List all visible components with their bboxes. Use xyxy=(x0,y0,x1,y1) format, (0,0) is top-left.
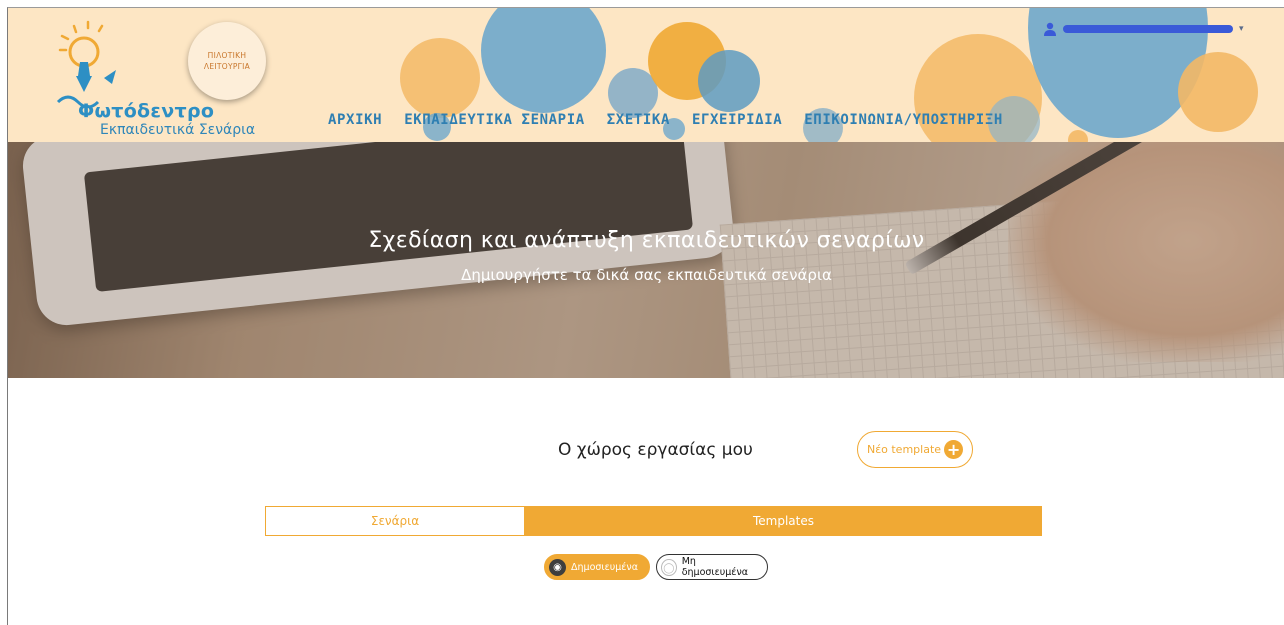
logo-title: Φωτόδεντρο xyxy=(78,100,215,122)
plus-icon: + xyxy=(944,440,964,459)
chevron-down-icon: ▾ xyxy=(1239,24,1244,34)
filter-unpublished-label: Μη δημοσιευμένα xyxy=(681,556,749,578)
user-menu[interactable]: ▾ xyxy=(1043,22,1244,36)
lightbulb-pen-icon xyxy=(56,20,116,108)
user-name-redacted xyxy=(1063,25,1233,33)
main-nav: ΑΡΧΙΚΗ ΕΚΠΑΙΔΕΥΤΙΚΑ ΣΕΝΑΡΙΑ ΣΧΕΤΙΚΑ ΕΓΧΕ… xyxy=(328,112,1025,128)
hero-subtitle: Δημιουργήστε τα δικά σας εκπαιδευτικά σε… xyxy=(461,266,832,284)
nav-item-home[interactable]: ΑΡΧΙΚΗ xyxy=(328,112,382,128)
tab-scenarios[interactable]: Σενάρια xyxy=(265,506,525,536)
decor-bubble xyxy=(400,38,480,118)
publish-filters: ◉ Δημοσιευμένα ◯ Μη δημοσιευμένα xyxy=(544,554,774,580)
filter-unpublished[interactable]: ◯ Μη δημοσιευμένα xyxy=(656,554,768,580)
hero-overlay xyxy=(8,142,1284,378)
new-template-label: Νέο template xyxy=(866,443,942,456)
nav-item-contact[interactable]: ΕΠΙΚΟΙΝΩΝΙΑ/ΥΠΟΣΤΗΡΙΞΗ xyxy=(804,112,1003,128)
nav-item-manuals[interactable]: ΕΓΧΕΙΡΙΔΙΑ xyxy=(692,112,782,128)
new-template-button[interactable]: Νέο template + xyxy=(857,431,973,468)
site-logo[interactable]: Φωτόδεντρο Εκπαιδευτικά Σενάρια xyxy=(54,18,304,138)
filter-published-label: Δημοσιευμένα xyxy=(571,561,638,573)
browser-frame: Φωτόδεντρο Εκπαιδευτικά Σενάρια ΠΙΛΟΤΙΚΗ… xyxy=(7,7,1284,625)
tab-templates[interactable]: Templates xyxy=(525,506,1042,536)
filter-published[interactable]: ◉ Δημοσιευμένα xyxy=(544,554,650,580)
user-icon xyxy=(1044,22,1056,36)
hero-title: Σχεδίαση και ανάπτυξη εκπαιδευτικών σενα… xyxy=(368,228,925,253)
logo-subtitle: Εκπαιδευτικά Σενάρια xyxy=(100,122,256,138)
decor-bubble xyxy=(481,8,606,113)
site-header: Φωτόδεντρο Εκπαιδευτικά Σενάρια ΠΙΛΟΤΙΚΗ… xyxy=(8,8,1284,143)
badge-line1: ΠΙΛΟΤΙΚΗ xyxy=(207,51,247,60)
globe-icon: ◯ xyxy=(661,558,677,576)
hero-banner: Σχεδίαση και ανάπτυξη εκπαιδευτικών σενα… xyxy=(8,142,1284,378)
decor-bubble xyxy=(1178,52,1258,132)
badge-line2: ΛΕΙΤΟΥΡΓΙΑ xyxy=(203,62,251,71)
workspace-tabs: Σενάρια Templates xyxy=(265,506,1042,536)
nav-item-scenarios[interactable]: ΕΚΠΑΙΔΕΥΤΙΚΑ ΣΕΝΑΡΙΑ xyxy=(404,112,585,128)
globe-icon: ◉ xyxy=(549,558,566,576)
pilot-badge: ΠΙΛΟΤΙΚΗ ΛΕΙΤΟΥΡΓΙΑ xyxy=(188,22,266,100)
workspace-title: Ο χώρος εργασίας μου xyxy=(558,440,753,460)
nav-item-about[interactable]: ΣΧΕΤΙΚΑ xyxy=(607,112,670,128)
decor-bubble xyxy=(698,50,760,112)
